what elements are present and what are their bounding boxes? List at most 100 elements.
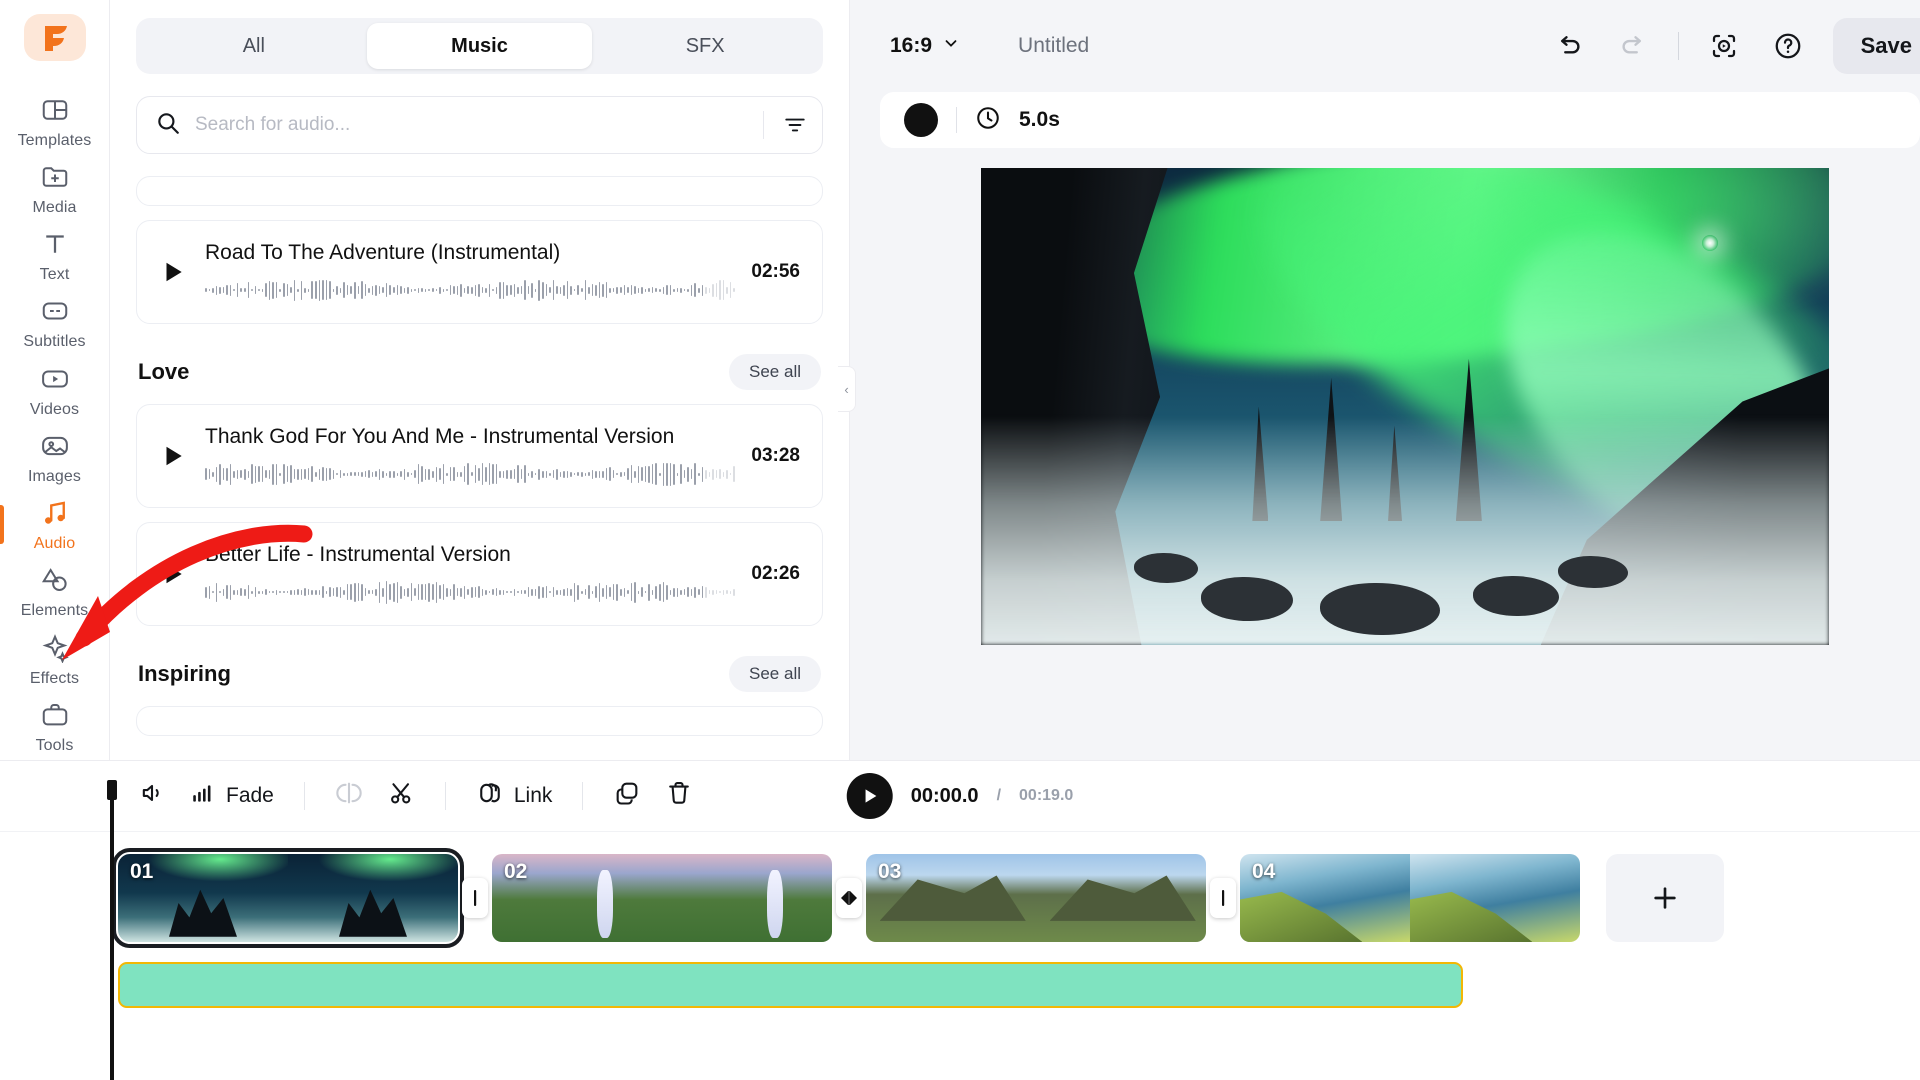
foreground-rock <box>1201 577 1294 622</box>
tools-briefcase-icon <box>38 698 72 732</box>
audio-track-list[interactable]: Road To The Adventure (Instrumental) 02:… <box>136 176 823 760</box>
track-item-partial[interactable] <box>136 706 823 736</box>
clip-number: 01 <box>130 860 154 883</box>
tab-all[interactable]: All <box>141 23 367 69</box>
playback-controls: 00:00.0 / 00:19.0 <box>846 773 1073 819</box>
play-icon[interactable] <box>153 442 193 470</box>
track-info: Thank God For You And Me - Instrumental … <box>193 425 736 487</box>
clip-duration-value: 5.0s <box>1019 108 1060 131</box>
transition-slot[interactable] <box>1210 878 1236 918</box>
timeline[interactable]: 01 02 03 04 <box>0 780 1920 1080</box>
link-button[interactable]: Link <box>464 773 565 819</box>
section-header-inspiring: Inspiring See all <box>136 640 823 706</box>
tab-sfx[interactable]: SFX <box>592 23 818 69</box>
help-button[interactable] <box>1769 27 1807 65</box>
templates-icon <box>38 93 72 127</box>
link-icon <box>476 779 504 813</box>
video-preview-canvas[interactable] <box>981 168 1829 645</box>
sidebar-label: Templates <box>17 131 92 149</box>
search-input[interactable] <box>181 114 749 136</box>
sidebar-label: Effects <box>29 669 80 687</box>
duplicate-button[interactable] <box>601 773 653 819</box>
toolbar-divider <box>444 782 446 810</box>
cut-button[interactable] <box>375 773 427 819</box>
timeline-clip[interactable]: 04 <box>1240 854 1580 942</box>
track-item[interactable]: Better Life - Instrumental Version 02:26 <box>136 522 823 626</box>
link-label: Link <box>513 784 553 807</box>
aspect-ratio-selector[interactable]: 16:9 <box>880 28 970 64</box>
audio-library-panel: All Music SFX Search for audio... Road T… <box>110 0 850 760</box>
delete-button[interactable] <box>653 773 705 819</box>
fade-button[interactable]: Fade <box>178 773 286 819</box>
star-glow <box>1701 234 1718 251</box>
play-icon[interactable] <box>153 258 193 286</box>
sidebar-item-text[interactable]: Text <box>0 222 110 289</box>
sidebar-item-subtitles[interactable]: Subtitles <box>0 289 110 356</box>
sidebar-item-audio[interactable]: Audio <box>0 491 110 558</box>
volume-button[interactable] <box>126 773 178 819</box>
playhead[interactable] <box>107 780 117 1080</box>
toolbar-divider <box>303 782 305 810</box>
clock-icon <box>975 105 1001 136</box>
color-swatch[interactable] <box>904 103 938 137</box>
track-info: Better Life - Instrumental Version <box>193 543 736 605</box>
panel-collapse-handle[interactable]: ‹ <box>838 366 856 412</box>
play-button[interactable] <box>846 773 893 819</box>
clip-number: 02 <box>504 860 528 883</box>
sidebar-item-tools[interactable]: Tools <box>0 693 110 760</box>
track-title: Road To The Adventure (Instrumental) <box>205 241 561 264</box>
sidebar-label: Text <box>39 266 70 284</box>
transition-slot[interactable] <box>462 878 488 918</box>
transition-none-icon <box>1222 890 1225 906</box>
sidebar-label: Tools <box>35 736 74 754</box>
transition-applied-icon <box>841 891 857 905</box>
preview-button[interactable] <box>1705 27 1743 65</box>
clip-duration-bar: 5.0s <box>880 92 1920 148</box>
app-logo[interactable] <box>23 14 86 62</box>
waveform <box>205 579 736 605</box>
audio-note-icon <box>38 496 72 530</box>
sidebar-label: Audio <box>33 535 76 553</box>
timeline-audio-clip[interactable] <box>118 962 1463 1008</box>
sidebar-item-media[interactable]: Media <box>0 155 110 222</box>
clip-thumbnail <box>1410 854 1580 942</box>
duplicate-icon <box>613 779 641 813</box>
sidebar-label: Subtitles <box>23 333 86 351</box>
sidebar-item-images[interactable]: Images <box>0 424 110 491</box>
section-title: Inspiring <box>138 661 231 686</box>
see-all-button[interactable]: See all <box>729 656 821 692</box>
clip-number: 03 <box>878 860 902 883</box>
track-duration: 02:56 <box>751 261 800 282</box>
split-button[interactable] <box>323 773 375 819</box>
video-editor-app: Templates Media Text Subtitles Videos Im… <box>0 0 1920 1080</box>
current-time: 00:00.0 <box>910 784 979 807</box>
redo-button[interactable] <box>1614 27 1652 65</box>
sidebar-item-effects[interactable]: Effects <box>0 626 110 693</box>
sidebar-item-templates[interactable]: Templates <box>0 87 110 154</box>
sidebar-item-elements[interactable]: Elements <box>0 558 110 625</box>
toolbar-divider <box>582 782 584 810</box>
save-button[interactable]: Save <box>1832 18 1920 74</box>
transition-slot[interactable] <box>836 878 862 918</box>
undo-button[interactable] <box>1550 27 1588 65</box>
waveform <box>205 461 736 487</box>
track-item[interactable]: Thank God For You And Me - Instrumental … <box>136 404 823 508</box>
filter-icon[interactable] <box>778 108 812 142</box>
see-all-button[interactable]: See all <box>729 354 821 390</box>
top-toolbar: 16:9 Untitled Save <box>850 0 1920 92</box>
sidebar-item-videos[interactable]: Videos <box>0 356 110 423</box>
timeline-clip[interactable]: 02 <box>492 854 832 942</box>
track-item[interactable]: Road To The Adventure (Instrumental) 02:… <box>136 220 823 324</box>
play-icon[interactable] <box>153 560 193 588</box>
elements-shapes-icon <box>38 563 72 597</box>
transition-none-icon <box>474 890 477 906</box>
fade-icon <box>190 780 216 812</box>
volume-icon <box>138 779 166 813</box>
tab-music[interactable]: Music <box>366 23 593 69</box>
track-item-partial[interactable] <box>136 176 823 206</box>
timeline-clip[interactable]: 01 <box>112 848 464 948</box>
project-title[interactable]: Untitled <box>1018 34 1089 58</box>
logo-f-icon <box>44 25 67 51</box>
timeline-clip[interactable]: 03 <box>866 854 1206 942</box>
add-clip-button[interactable] <box>1606 854 1724 942</box>
